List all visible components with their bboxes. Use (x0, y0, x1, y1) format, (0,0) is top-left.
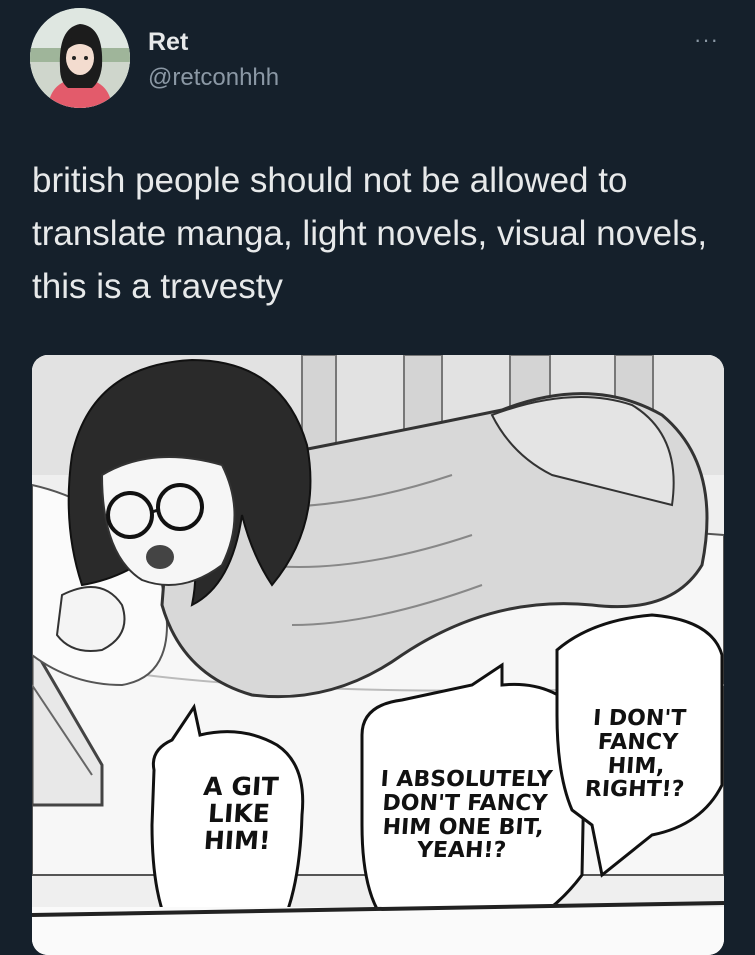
tweet-media-image[interactable]: A GIT LIKE HIM! I ABSOLUTELY DON'T FANCY… (32, 355, 724, 955)
user-handle[interactable]: @retconhhh (148, 64, 279, 92)
speech-bubble-text: I ABSOLUTELY DON'T FANCY HIM ONE BIT, YE… (379, 767, 554, 864)
avatar-image (30, 8, 130, 108)
avatar[interactable] (30, 8, 130, 108)
speech-bubble-text: I DON'T FANCY HIM, RIGHT!? (583, 706, 687, 803)
more-horizontal-icon[interactable]: ··· (694, 29, 719, 51)
tweet-text: british people should not be allowed to … (32, 161, 708, 306)
speech-bubble-text: A GIT LIKE HIM! (202, 772, 280, 855)
manga-panel-illustration (32, 355, 724, 955)
display-name[interactable]: Ret (148, 28, 188, 57)
